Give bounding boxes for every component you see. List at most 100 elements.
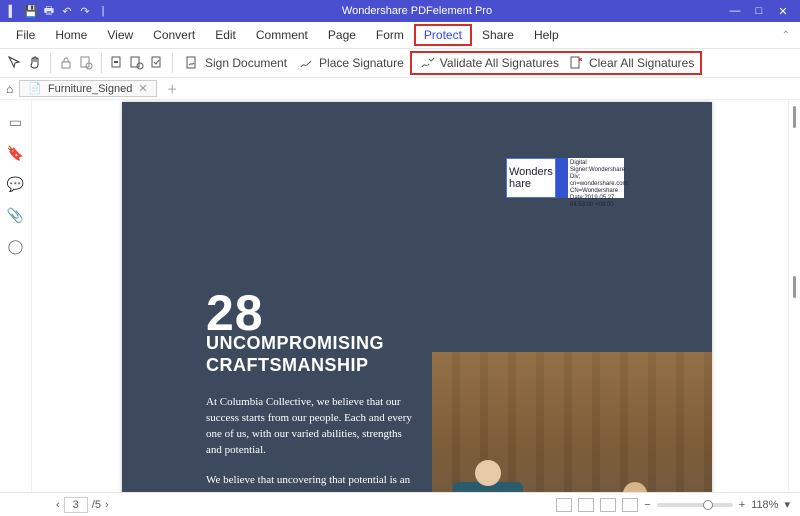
menu-home[interactable]: Home [45,24,97,46]
signature-details: Digital Signer:Wondershare Div; cn=wonde… [568,158,624,198]
tab-close-icon[interactable]: ✕ [138,82,147,95]
save-icon[interactable]: 💾 [24,4,38,18]
protect-toolbar: Sign Document Place Signature Validate A… [0,48,800,78]
document-tab[interactable]: 📄 Furniture_Signed ✕ [19,80,156,97]
menu-form[interactable]: Form [366,24,414,46]
home-tab-icon[interactable]: ⌂ [6,82,13,96]
signature-name: Wonders hare [506,158,556,198]
tab-label: Furniture_Signed [48,83,132,95]
page-photo [432,352,712,492]
signature-actions-highlight: Validate All Signatures Clear All Signat… [410,51,703,75]
undo-icon[interactable]: ↶ [60,4,74,18]
validate-signatures-button[interactable]: Validate All Signatures [414,52,563,74]
sign-document-button[interactable]: Sign Document [179,52,291,74]
menu-page[interactable]: Page [318,24,366,46]
toolbar-sep [101,53,102,73]
toolbar-sep [50,53,51,73]
search-redact-icon[interactable] [128,54,146,72]
bookmarks-icon[interactable]: 🔖 [7,145,24,162]
digital-signature-widget[interactable]: Wonders hare Digital Signer:Wondershare … [506,158,624,198]
status-right-group: − + 118% ▾ [556,498,800,512]
menu-bar: File Home View Convert Edit Comment Page… [0,22,800,48]
document-viewport[interactable]: Wonders hare Digital Signer:Wondershare … [32,100,788,492]
page-next-icon[interactable]: › [105,499,109,511]
place-signature-button[interactable]: Place Signature [293,52,408,74]
search-panel-icon[interactable]: ◯ [8,238,24,255]
left-panel-rail: ▭ 🔖 💬 📎 ◯ [0,100,32,492]
print-icon[interactable]: 🖶 [42,4,56,18]
scrollbar-thumb[interactable] [793,276,796,298]
comments-icon[interactable]: 💬 [7,176,24,193]
hand-tool-icon[interactable] [26,54,44,72]
zoom-dropdown-icon[interactable]: ▾ [784,498,790,511]
view-twopage-icon[interactable] [600,498,616,512]
view-single-icon[interactable] [556,498,572,512]
title-bar: ▍ 💾 🖶 ↶ ↷ | Wondershare PDFelement Pro —… [0,0,800,22]
zoom-slider[interactable] [657,503,733,507]
clear-signatures-icon [567,54,585,72]
menu-help[interactable]: Help [524,24,569,46]
collapse-ribbon-icon[interactable]: ⌃ [782,30,790,41]
photo-person-1 [453,482,523,492]
workspace: ▭ 🔖 💬 📎 ◯ Wonders hare Digital Signer:Wo… [0,100,800,492]
menu-edit[interactable]: Edit [205,24,246,46]
sign-document-label: Sign Document [205,56,287,70]
thumbnails-icon[interactable]: ▭ [9,114,22,131]
menu-view[interactable]: View [97,24,143,46]
toolbar-sep [172,53,173,73]
window-controls: — □ ✕ [718,5,800,18]
status-bar: ‹ 3 /5 › − + 118% ▾ [0,492,800,516]
new-tab-button[interactable]: ＋ [163,81,182,97]
view-twopage-continuous-icon[interactable] [622,498,638,512]
document-tab-bar: ⌂ 📄 Furniture_Signed ✕ ＋ [0,78,800,100]
page-navigator: ‹ 3 /5 › [56,497,109,513]
zoom-in-icon[interactable]: + [739,499,745,511]
pdf-page: Wonders hare Digital Signer:Wondershare … [122,102,712,492]
menu-comment[interactable]: Comment [246,24,318,46]
select-tool-icon[interactable] [6,54,24,72]
place-signature-label: Place Signature [319,56,404,70]
app-title: Wondershare PDFelement Pro [116,5,718,17]
apply-redact-icon[interactable] [148,54,166,72]
permissions-icon[interactable] [77,54,95,72]
signature-seal-icon [556,158,568,198]
view-continuous-icon[interactable] [578,498,594,512]
page-total: /5 [92,499,101,511]
scrollbar-top-nub[interactable] [793,106,796,128]
redo-icon[interactable]: ↷ [78,4,92,18]
signature-name-line2: hare [509,178,553,190]
redact-icon[interactable] [108,54,126,72]
clear-signatures-button[interactable]: Clear All Signatures [563,52,698,74]
password-icon[interactable] [57,54,75,72]
menu-file[interactable]: File [6,24,45,46]
zoom-out-icon[interactable]: − [644,499,650,511]
headline-line1: UNCOMPROMISING [206,332,384,354]
clear-signatures-label: Clear All Signatures [589,56,694,70]
validate-signatures-icon [418,54,436,72]
menu-share[interactable]: Share [472,24,524,46]
signature-name-line1: Wonders [509,166,553,178]
menu-protect[interactable]: Protect [414,24,472,46]
maximize-button[interactable]: □ [752,5,766,18]
minimize-button[interactable]: — [728,5,742,18]
zoom-value: 118% [751,499,778,511]
close-button[interactable]: ✕ [776,5,790,18]
tab-file-icon: 📄 [28,82,42,95]
app-logo-icon: ▍ [6,4,20,18]
attachments-icon[interactable]: 📎 [7,207,24,224]
page-headline: UNCOMPROMISING CRAFTSMANSHIP [206,332,384,376]
qat-divider: | [96,4,110,18]
page-current-input[interactable]: 3 [64,497,88,513]
page-background: Wonders hare Digital Signer:Wondershare … [122,102,712,492]
page-prev-icon[interactable]: ‹ [56,499,60,511]
page-body-paragraph-1: At Columbia Collective, we believe that … [206,394,416,458]
menu-convert[interactable]: Convert [143,24,205,46]
headline-line2: CRAFTSMANSHIP [206,354,384,376]
page-body-paragraph-2: We believe that uncovering that potentia… [206,472,416,492]
validate-signatures-label: Validate All Signatures [440,56,559,70]
vertical-scrollbar[interactable] [788,100,800,492]
sign-document-icon [183,54,201,72]
photo-background [432,352,712,492]
place-signature-icon [297,54,315,72]
quick-access-toolbar: ▍ 💾 🖶 ↶ ↷ | [0,4,116,18]
